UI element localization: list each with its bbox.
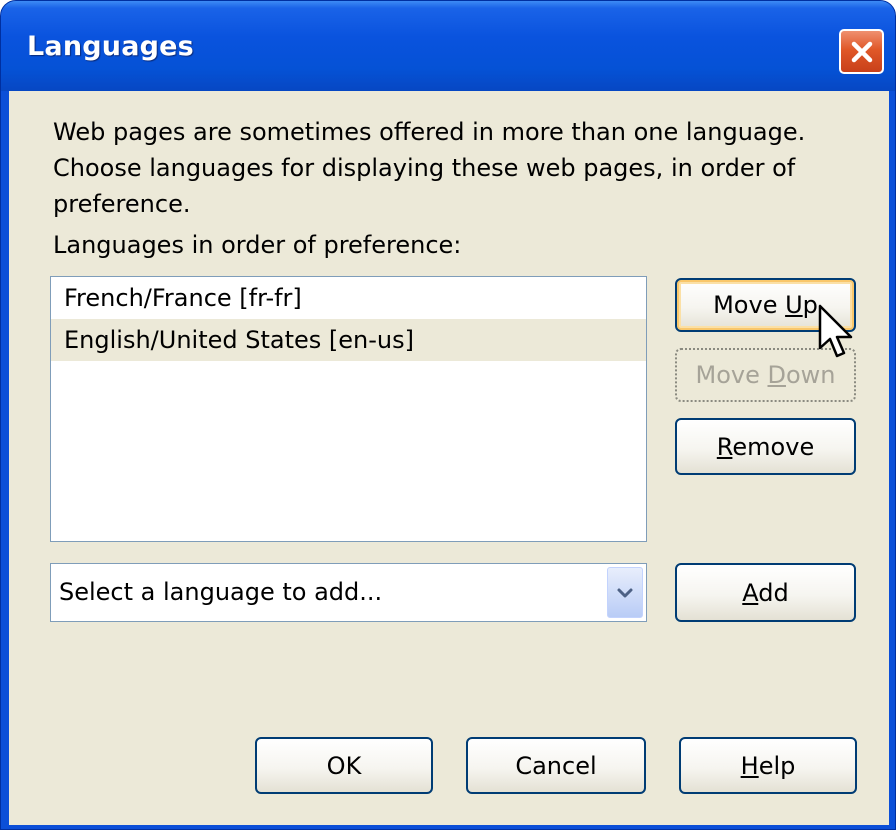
mouse-pointer-icon [818, 304, 853, 358]
dialog-body: Web pages are sometimes offered in more … [9, 91, 889, 825]
ok-button[interactable]: OK [255, 737, 433, 794]
close-icon [851, 41, 872, 62]
description-text: Web pages are sometimes offered in more … [53, 118, 806, 218]
move-up-label: Move Up [713, 291, 818, 319]
close-button[interactable] [839, 29, 884, 74]
list-label: Languages in order of preference: [53, 231, 462, 259]
languages-listbox[interactable]: French/France [fr-fr] English/United Sta… [50, 276, 647, 542]
list-item-french[interactable]: French/France [fr-fr] [51, 277, 646, 319]
help-label: Help [740, 751, 796, 780]
move-down-label: Move Down [695, 361, 836, 389]
help-button[interactable]: Help [679, 737, 857, 794]
title-bar[interactable]: Languages [1, 1, 895, 91]
languages-dialog: Languages Web pages are sometimes offere… [0, 0, 896, 830]
add-label: Add [742, 578, 789, 607]
list-item-english[interactable]: English/United States [en-us] [51, 319, 646, 361]
window-title: Languages [27, 31, 194, 62]
cancel-label: Cancel [515, 751, 597, 780]
remove-button[interactable]: Remove [675, 418, 856, 475]
language-select-value: Select a language to add... [59, 578, 383, 606]
list-item-label: French/France [fr-fr] [64, 284, 302, 312]
dropdown-button[interactable] [607, 567, 643, 618]
remove-label: Remove [716, 432, 815, 461]
chevron-down-icon [617, 588, 633, 597]
list-item-label: English/United States [en-us] [64, 326, 414, 354]
ok-label: OK [326, 751, 362, 780]
cancel-button[interactable]: Cancel [466, 737, 646, 794]
add-button[interactable]: Add [675, 563, 856, 622]
language-select[interactable]: Select a language to add... [50, 563, 647, 622]
